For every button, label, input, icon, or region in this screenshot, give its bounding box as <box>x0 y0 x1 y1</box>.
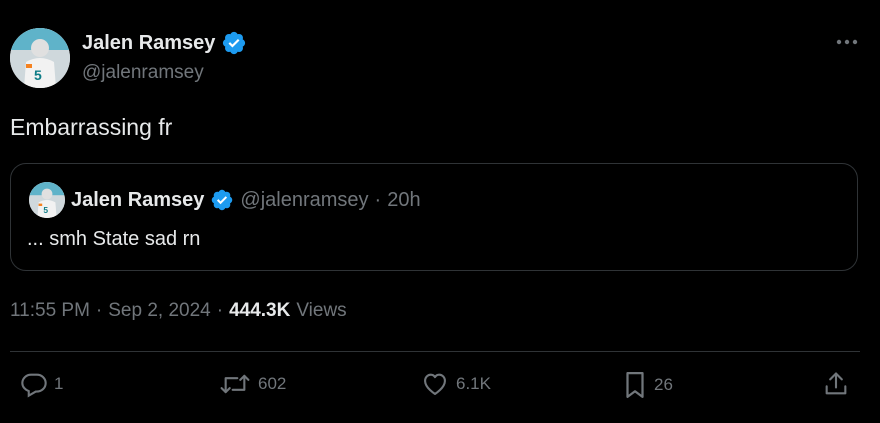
quoted-separator: · <box>374 188 382 211</box>
quoted-tweet-card[interactable]: 5 Jalen Ramsey @jalenramsey · 20h ... sm… <box>10 163 858 271</box>
tweet-time[interactable]: 11:55 PM <box>10 300 90 322</box>
bookmark-icon <box>626 372 644 398</box>
svg-text:5: 5 <box>43 205 48 215</box>
quoted-avatar-image: 5 <box>29 182 65 218</box>
author-name-row: Jalen Ramsey <box>82 30 247 56</box>
quoted-author-name: Jalen Ramsey <box>71 188 205 211</box>
author-display-name[interactable]: Jalen Ramsey <box>82 32 215 55</box>
divider <box>10 351 860 352</box>
quoted-author-avatar[interactable]: 5 <box>29 182 65 218</box>
share-button[interactable] <box>822 370 850 398</box>
reply-count: 1 <box>54 374 64 393</box>
share-icon <box>825 372 847 395</box>
repost-button[interactable]: 602 <box>218 370 286 398</box>
author-handle[interactable]: @jalenramsey <box>82 62 204 84</box>
quoted-author-handle: @jalenramsey <box>240 188 369 211</box>
avatar-image: 5 <box>10 28 70 88</box>
heart-icon <box>424 373 446 395</box>
quoted-tweet-text: ... smh State sad rn <box>27 228 201 250</box>
bookmark-button[interactable]: 26 <box>622 370 673 400</box>
views-label: Views <box>296 300 347 321</box>
quoted-verified-badge-icon <box>210 188 234 212</box>
bookmark-count: 26 <box>654 375 673 394</box>
quoted-tweet-header: Jalen Ramsey @jalenramsey · 20h <box>71 188 421 212</box>
reply-icon <box>21 373 47 398</box>
views-count: 444.3K <box>229 300 291 321</box>
like-count: 6.1K <box>456 374 491 393</box>
verified-badge-icon <box>221 30 247 56</box>
action-bar: 1 602 6.1K 26 <box>0 370 880 404</box>
reply-button[interactable]: 1 <box>20 370 63 398</box>
tweet-date[interactable]: Sep 2, 2024 <box>108 300 210 322</box>
like-button[interactable]: 6.1K <box>420 370 491 398</box>
meta-separator: · <box>95 300 103 321</box>
tweet-meta: 11:55 PM · Sep 2, 2024 · 444.3K Views <box>10 300 347 322</box>
tweet-text: Embarrassing fr <box>10 114 173 140</box>
repost-icon <box>220 374 250 394</box>
author-avatar[interactable]: 5 <box>10 28 70 88</box>
repost-count: 602 <box>258 374 287 393</box>
more-options-icon[interactable] <box>832 30 862 54</box>
meta-separator-2: · <box>216 300 224 321</box>
svg-text:5: 5 <box>34 67 42 83</box>
quoted-timestamp: 20h <box>387 188 421 211</box>
